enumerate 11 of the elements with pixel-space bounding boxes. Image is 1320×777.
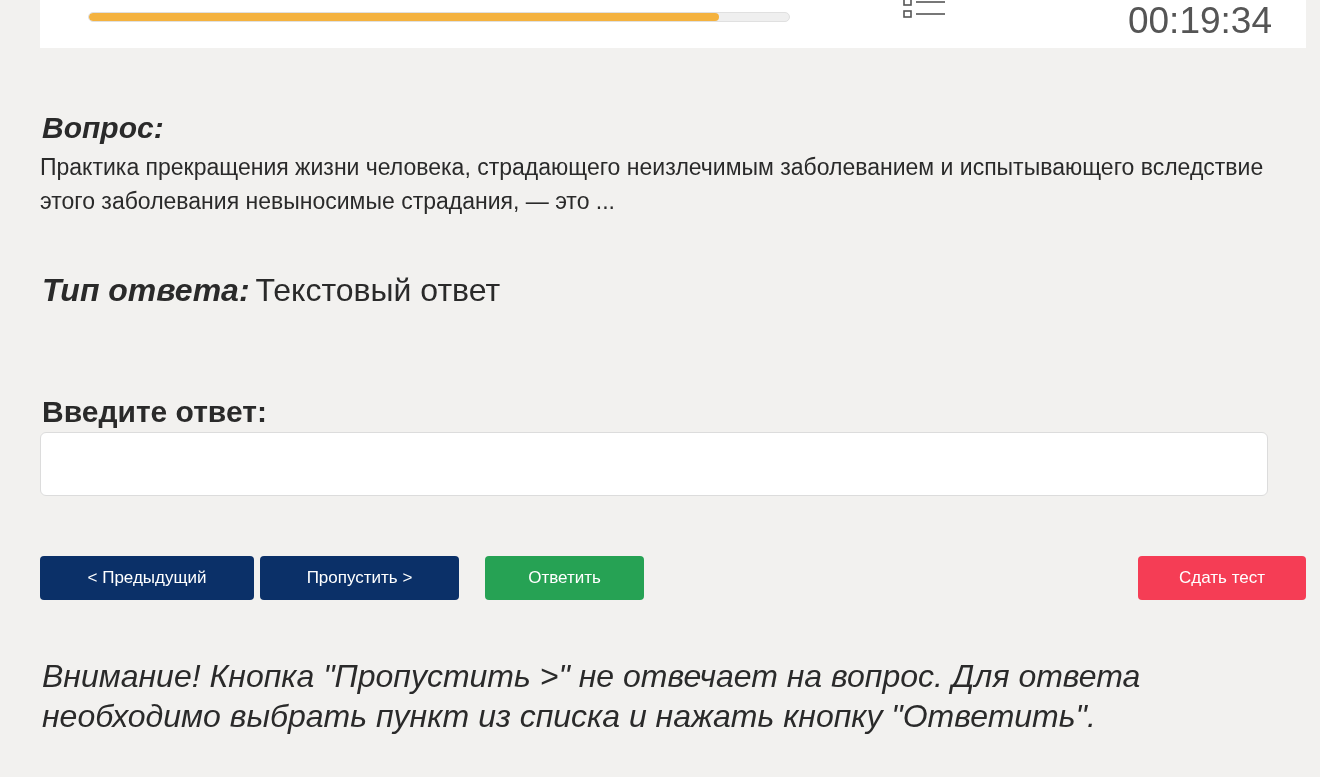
answer-label: Введите ответ: [41,394,268,430]
answer-type-label: Тип ответа: [42,271,250,310]
timer: 00:19:34 [1127,2,1272,40]
question-heading: Вопрос: [41,110,165,146]
submit-test-button[interactable]: Сдать тест [1138,556,1306,600]
warning-text: Внимание! Кнопка "Пропустить >" не отвечает на вопрос. Для ответа необходимо выбрать пункт из списка и нажать кнопку "Ответить". [41,657,1142,736]
answer-type-value: Текстовый ответ [255,271,501,310]
question-text: Практика прекращения жизни человека, страдающего неизлечимым заболеванием и испытывающего вследствие этого заболевания невыносимые страдания, — это ... [40,153,1265,216]
previous-button[interactable]: < Предыдущий [40,556,254,600]
answer-input-field[interactable] [40,432,1268,496]
skip-button[interactable]: Пропустить > [260,556,459,600]
